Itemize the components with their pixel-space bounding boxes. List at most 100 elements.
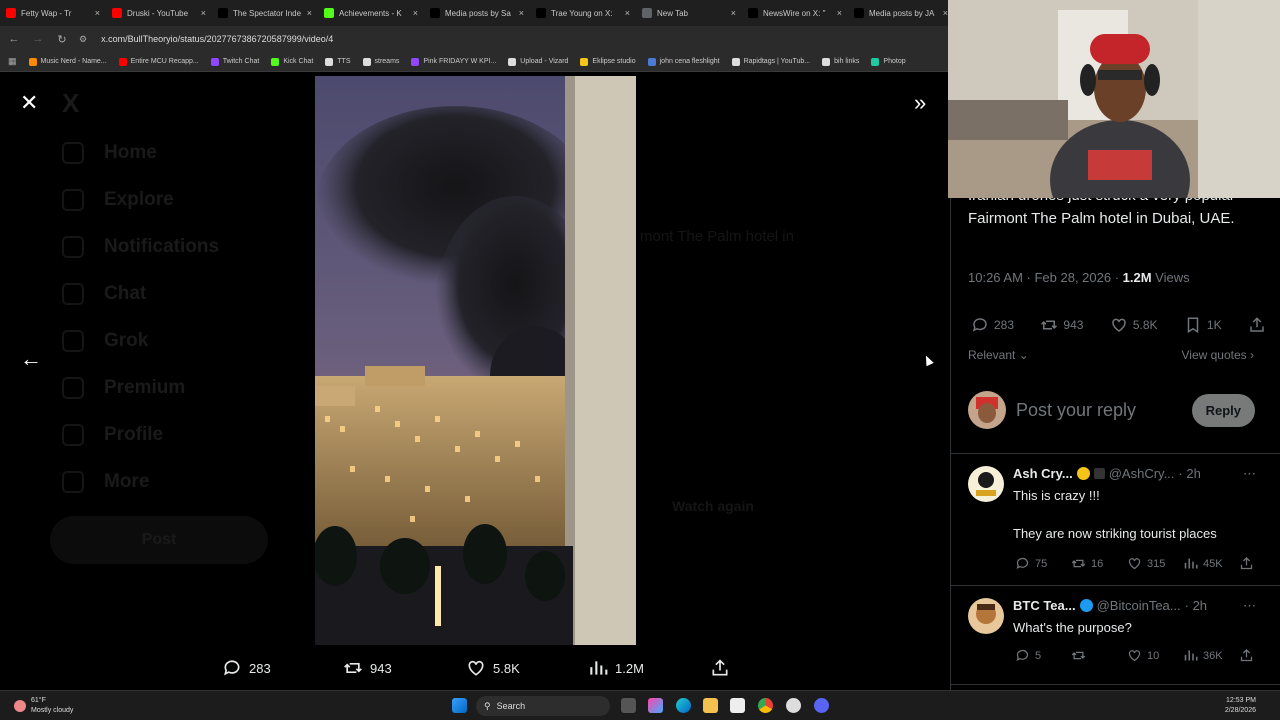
bookmark-item[interactable]: bih links [822, 57, 859, 66]
reload-icon[interactable]: ↻ [55, 32, 69, 46]
reply-author-handle[interactable]: @BitcoinTea... [1097, 598, 1181, 613]
reply-repost-action[interactable]: 16 [1071, 556, 1127, 571]
reply-icon [1016, 557, 1029, 570]
back-icon[interactable]: ← [7, 32, 21, 46]
more-options-icon[interactable]: ⋯ [1243, 466, 1256, 482]
search-icon: ⚲ [484, 700, 491, 711]
reply-author-name[interactable]: BTC Tea... [1013, 598, 1076, 613]
previous-media-icon[interactable]: ← [20, 346, 42, 372]
repost-icon [1071, 559, 1086, 568]
close-tab-icon[interactable]: × [625, 8, 630, 18]
reply-button[interactable]: Reply [1191, 393, 1255, 427]
browser-tab[interactable]: Media posts by Sa × [424, 0, 530, 26]
browser-tab[interactable]: Media posts by JA × [848, 0, 948, 26]
like-action[interactable]: 5.8K [1110, 316, 1158, 334]
nav-icon [62, 236, 84, 258]
sort-dropdown[interactable]: Relevant ⌄ [968, 348, 1029, 362]
discord-icon[interactable] [814, 698, 829, 713]
copilot-icon[interactable] [648, 698, 663, 713]
bookmark-item[interactable]: Entire MCU Recapp... [118, 57, 199, 66]
close-tab-icon[interactable]: × [519, 8, 524, 18]
reply-share-action[interactable] [1239, 556, 1259, 571]
browser-tab[interactable]: NewsWire on X: " × [742, 0, 848, 26]
nav-icon [62, 471, 84, 493]
bookmark-item[interactable]: Photop [871, 57, 906, 66]
close-tab-icon[interactable]: × [413, 8, 418, 18]
chrome-icon[interactable] [758, 698, 773, 713]
close-tab-icon[interactable]: × [95, 8, 100, 18]
video-player[interactable] [315, 76, 636, 645]
reply-author-handle[interactable]: @AshCry... [1109, 466, 1175, 481]
bookmark-item[interactable]: Eklipse studio [580, 57, 636, 66]
reply-like-action[interactable]: 315 [1127, 556, 1183, 571]
share-action[interactable] [1248, 316, 1266, 334]
reply-reply-action[interactable]: 75 [1015, 556, 1071, 571]
bookmark-favicon-icon [731, 57, 740, 66]
reply-reply-action[interactable]: 5 [1015, 648, 1071, 663]
reply-author-name[interactable]: Ash Cry... [1013, 466, 1073, 481]
repost-action[interactable]: 943 [1040, 316, 1083, 334]
bookmark-item[interactable]: john cena fleshlight [647, 57, 720, 66]
bookmark-item[interactable]: streams [362, 57, 399, 66]
browser-tab[interactable]: Fetty Wap - Tr × [0, 0, 106, 26]
site-info-icon[interactable]: ⚙ [79, 34, 87, 45]
video-repost-count: 943 [370, 660, 392, 676]
weather-icon [14, 700, 26, 712]
bookmark-item[interactable]: Music Nerd - Name... [28, 57, 107, 66]
start-button-icon[interactable] [452, 698, 467, 713]
video-repost-stat[interactable]: 943 [343, 658, 392, 678]
reply-views-action[interactable]: 45K [1183, 556, 1239, 571]
bookmark-item[interactable]: Pink FRIDAYY W KPI... [411, 57, 496, 66]
browser-tab[interactable]: New Tab × [636, 0, 742, 26]
obs-icon[interactable] [786, 698, 801, 713]
close-tab-icon[interactable]: × [731, 8, 736, 18]
bookmark-item[interactable]: Upload - Vizard [508, 57, 568, 66]
bookmark-action[interactable]: 1K [1184, 316, 1222, 334]
taskbar-search[interactable]: ⚲ Search [476, 696, 610, 716]
tweet-actions: 283 943 5.8K 1K [971, 316, 1266, 334]
close-tab-icon[interactable]: × [307, 8, 312, 18]
reply-repost-count: 16 [1091, 557, 1104, 570]
weather-widget[interactable]: 61°F Mostly cloudy [14, 696, 73, 716]
like-count: 5.8K [1132, 318, 1158, 332]
reply-input[interactable]: Post your reply [1016, 400, 1192, 421]
bookmark-item[interactable]: TTS [325, 57, 351, 66]
divider [951, 684, 1280, 685]
task-view-icon[interactable] [621, 698, 636, 713]
apps-icon[interactable]: ▦ [8, 56, 17, 67]
close-icon[interactable]: ✕ [20, 90, 38, 116]
forward-icon[interactable]: → [31, 32, 45, 46]
nav-icon [62, 283, 84, 305]
store-icon[interactable] [730, 698, 745, 713]
view-quotes-link[interactable]: View quotes › [1182, 348, 1255, 362]
bookmark-label: TTS [337, 58, 351, 65]
heart-icon [1128, 650, 1141, 662]
video-like-stat[interactable]: 5.8K [466, 658, 520, 678]
browser-tab[interactable]: Druski - YouTube × [106, 0, 212, 26]
close-tab-icon[interactable]: × [201, 8, 206, 18]
tweet-time[interactable]: 10:26 AM · Feb 28, 2026 · [968, 270, 1123, 285]
bookmark-item[interactable]: Rapidtags | YouTub... [731, 57, 810, 66]
more-options-icon[interactable]: ⋯ [1243, 598, 1256, 614]
browser-tab[interactable]: Trae Young on X: × [530, 0, 636, 26]
browser-tab[interactable]: The Spectator Inde × [212, 0, 318, 26]
video-views-stat[interactable]: 1.2M [588, 658, 644, 678]
edge-icon[interactable] [676, 698, 691, 713]
tab-title: NewsWire on X: " [763, 8, 826, 18]
expand-panel-icon[interactable]: » [914, 90, 926, 116]
bookmark-item[interactable]: Twitch Chat [210, 57, 259, 66]
bookmark-item[interactable]: Kick Chat [271, 57, 313, 66]
close-tab-icon[interactable]: × [837, 8, 842, 18]
browser-tab[interactable]: Achievements - K × [318, 0, 424, 26]
reply-action[interactable]: 283 [971, 316, 1014, 334]
tab-title: Trae Young on X: [551, 8, 613, 18]
file-explorer-icon[interactable] [703, 698, 718, 713]
address-bar[interactable]: x.com/BullTheoryio/status/20277673867205… [101, 34, 333, 44]
video-share-stat[interactable] [710, 658, 730, 678]
system-clock[interactable]: 12:53 PM 2/28/2026 [1225, 696, 1256, 716]
reply-repost-action[interactable] [1071, 648, 1127, 663]
video-reply-stat[interactable]: 283 [222, 658, 271, 678]
reply-share-action[interactable] [1239, 648, 1259, 663]
reply-views-action[interactable]: 36K [1183, 648, 1239, 663]
reply-like-action[interactable]: 10 [1127, 648, 1183, 663]
